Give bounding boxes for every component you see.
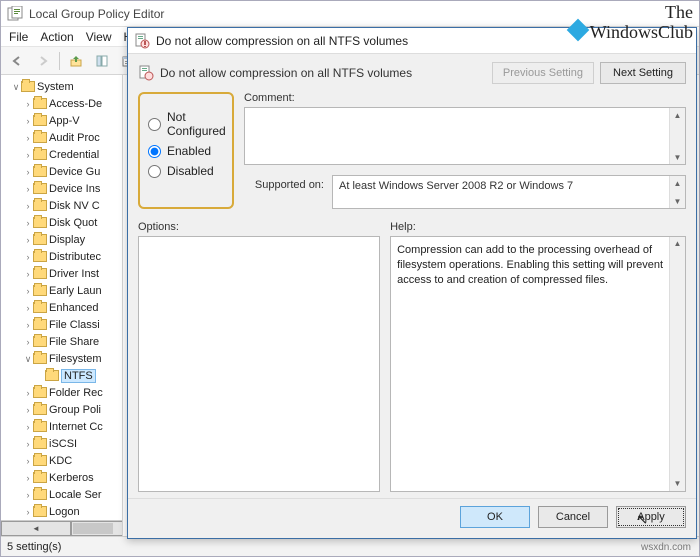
back-button[interactable]	[7, 51, 27, 71]
options-box	[138, 236, 380, 492]
menu-view[interactable]: View	[86, 30, 112, 44]
tree-item[interactable]: ›Group Poli	[23, 402, 120, 419]
tree-item-ntfs[interactable]: NTFS	[35, 368, 120, 385]
tree-item[interactable]: ›Folder Rec	[23, 385, 120, 402]
tree-item[interactable]: ›Distributec	[23, 249, 120, 266]
supported-scrollbar[interactable]: ▲ ▼	[669, 176, 685, 208]
options-label: Options:	[138, 221, 380, 233]
forward-button[interactable]	[33, 51, 53, 71]
watermark: The WindowsClub	[570, 3, 693, 42]
up-button[interactable]	[66, 51, 86, 71]
tree-item[interactable]: ›Logon	[23, 504, 120, 521]
show-hide-tree-button[interactable]	[92, 51, 112, 71]
next-setting-button[interactable]: Next Setting	[600, 62, 686, 84]
tree-hscrollbar[interactable]: ◄ ►	[1, 520, 122, 536]
tree-item[interactable]: ›Internet Cc	[23, 419, 120, 436]
menu-action[interactable]: Action	[40, 30, 73, 44]
gpedit-window: Local Group Policy Editor File Action Vi…	[0, 0, 700, 557]
scroll-down-icon[interactable]: ▼	[670, 150, 685, 164]
tree-item[interactable]: ›iSCSI	[23, 436, 120, 453]
radio-enabled-input[interactable]	[148, 145, 161, 158]
policy-dialog: Do not allow compression on all NTFS vol…	[127, 27, 697, 539]
tree-item[interactable]: ›Credential	[23, 147, 120, 164]
tree-item[interactable]: ›KDC	[23, 453, 120, 470]
radio-disabled[interactable]: Disabled	[148, 164, 224, 178]
dialog-header: Do not allow compression on all NTFS vol…	[128, 54, 696, 92]
dialog-subtitle: Do not allow compression on all NTFS vol…	[160, 66, 486, 80]
status-text: 5 setting(s)	[7, 541, 61, 553]
watermark-line2: WindowsClub	[590, 22, 693, 42]
nav-tree[interactable]: ∨System›Access-De›App-V›Audit Proc›Crede…	[1, 75, 123, 536]
tree-item[interactable]: ›Early Laun	[23, 283, 120, 300]
scroll-up-icon[interactable]: ▲	[670, 237, 685, 251]
tree-item[interactable]: ›Disk NV C	[23, 198, 120, 215]
state-radio-group: Not Configured Enabled Disabled	[138, 92, 234, 209]
comment-scrollbar[interactable]: ▲ ▼	[669, 108, 685, 164]
watermark-line1: The	[570, 3, 693, 22]
help-textbox: Compression can add to the processing ov…	[390, 236, 686, 492]
tree-item[interactable]: ›Device Ins	[23, 181, 120, 198]
radio-not-configured-label: Not Configured	[167, 110, 226, 138]
radio-disabled-label: Disabled	[167, 164, 214, 178]
watermark-accent-icon	[566, 19, 589, 42]
tree-item[interactable]: ›Device Gu	[23, 164, 120, 181]
tree-item[interactable]: ›Kerberos	[23, 470, 120, 487]
previous-setting-button[interactable]: Previous Setting	[492, 62, 594, 84]
parent-title-text: Local Group Policy Editor	[29, 7, 164, 21]
apply-button[interactable]: Apply	[616, 506, 686, 528]
tree-item[interactable]: ›File Classi	[23, 317, 120, 334]
radio-enabled-label: Enabled	[167, 144, 211, 158]
policy-icon	[134, 33, 150, 49]
supported-on-textbox: At least Windows Server 2008 R2 or Windo…	[332, 175, 686, 209]
tree-item[interactable]: ›Display	[23, 232, 120, 249]
footer-watermark: wsxdn.com	[641, 542, 691, 553]
scroll-up-icon[interactable]: ▲	[670, 176, 685, 190]
help-label: Help:	[390, 221, 686, 233]
statusbar: 5 setting(s)	[1, 536, 699, 556]
radio-enabled[interactable]: Enabled	[148, 144, 224, 158]
help-scrollbar[interactable]: ▲ ▼	[669, 237, 685, 491]
scroll-left-button[interactable]: ◄	[1, 521, 71, 536]
tree-item[interactable]: ∨FilesystemNTFS	[23, 351, 120, 385]
dialog-button-row: OK Cancel Apply	[128, 498, 696, 534]
scroll-up-icon[interactable]: ▲	[670, 108, 685, 122]
tree-item[interactable]: ›Enhanced	[23, 300, 120, 317]
tree-item[interactable]: ›Locale Ser	[23, 487, 120, 504]
tree-item[interactable]: ›File Share	[23, 334, 120, 351]
scrollbar-thumb[interactable]	[73, 523, 113, 534]
scroll-down-icon[interactable]: ▼	[670, 194, 685, 208]
tree-item[interactable]: ›Driver Inst	[23, 266, 120, 283]
menu-file[interactable]: File	[9, 30, 28, 44]
comment-textbox[interactable]: ▲ ▼	[244, 107, 686, 165]
radio-not-configured[interactable]: Not Configured	[148, 110, 224, 138]
tree-item-system[interactable]: ∨System›Access-De›App-V›Audit Proc›Crede…	[11, 79, 120, 536]
supported-on-label: Supported on:	[244, 175, 324, 206]
ok-button[interactable]: OK	[460, 506, 530, 528]
radio-disabled-input[interactable]	[148, 165, 161, 178]
tree-item[interactable]: ›App-V	[23, 113, 120, 130]
dialog-title-text: Do not allow compression on all NTFS vol…	[156, 34, 408, 48]
supported-on-value: At least Windows Server 2008 R2 or Windo…	[339, 180, 573, 192]
scroll-down-icon[interactable]: ▼	[670, 477, 685, 491]
comment-label: Comment:	[244, 92, 686, 104]
tree-item[interactable]: ›Disk Quot	[23, 215, 120, 232]
help-text: Compression can add to the processing ov…	[397, 244, 663, 286]
tree-item[interactable]: ›Access-De	[23, 96, 120, 113]
cancel-button[interactable]: Cancel	[538, 506, 608, 528]
gpedit-icon	[7, 6, 23, 22]
radio-not-configured-input[interactable]	[148, 118, 161, 131]
tree-item[interactable]: ›Audit Proc	[23, 130, 120, 147]
policy-icon	[138, 65, 154, 81]
